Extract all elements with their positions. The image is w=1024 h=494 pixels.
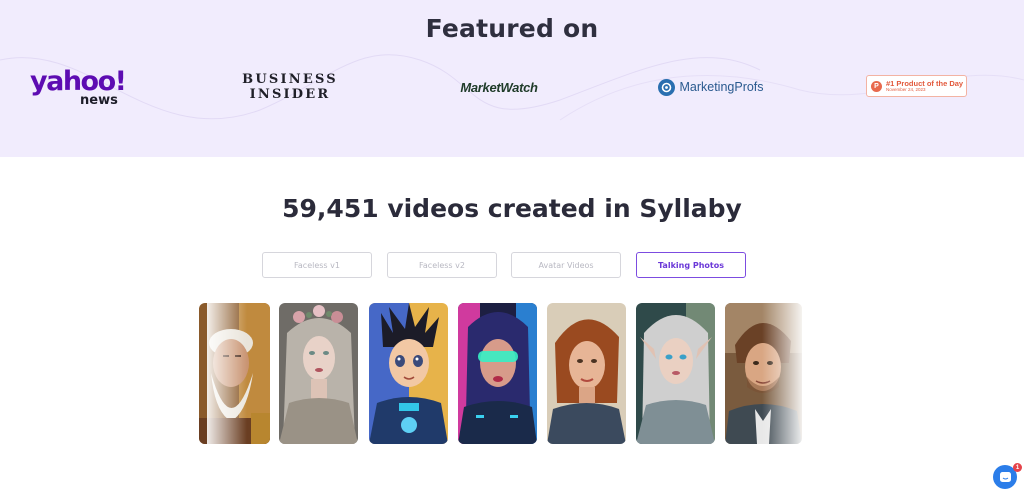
- yahoo-logo-text: yahoo!: [30, 66, 127, 97]
- anime-boy-portrait-image: [369, 303, 448, 444]
- yahoo-news-text: news: [80, 93, 118, 108]
- gallery-card-cyberpunk-woman[interactable]: [458, 303, 537, 444]
- gallery-card-elf-woman[interactable]: [636, 303, 715, 444]
- elf-woman-portrait-image: [636, 303, 715, 444]
- talking-photos-gallery: [199, 303, 802, 444]
- product-hunt-badge: P #1 Product of the Day November 24, 202…: [866, 75, 967, 97]
- bi-line1: BUSINESS: [242, 72, 338, 87]
- featured-title: Featured on: [425, 14, 599, 43]
- featured-section: Featured on yahoo! news BUSINESS INSIDER…: [0, 0, 1024, 157]
- chat-bubble-icon: [999, 471, 1011, 482]
- bi-line2: INSIDER: [249, 87, 331, 102]
- tab-faceless-v2[interactable]: Faceless v2: [387, 252, 497, 278]
- tab-avatar-videos[interactable]: Avatar Videos: [511, 252, 621, 278]
- marketwatch-logo: MarketWatch: [448, 76, 550, 98]
- tab-talking-photos[interactable]: Talking Photos: [636, 252, 746, 278]
- gallery-card-anime-boy[interactable]: [369, 303, 448, 444]
- marketingprofs-icon: [658, 78, 676, 96]
- chat-notification-badge: 1: [1013, 463, 1022, 472]
- gallery-card-auburn-woman[interactable]: [547, 303, 626, 444]
- auburn-woman-portrait-image: [547, 303, 626, 444]
- gallery-fade-left: [207, 303, 247, 444]
- yahoo-news-logo: yahoo! news: [30, 66, 130, 110]
- marketingprofs-logo: MarketingProfs: [656, 76, 766, 98]
- gallery-fade-right: [762, 303, 802, 444]
- floral-woman-portrait-image: [279, 303, 358, 444]
- product-hunt-icon: P: [871, 80, 882, 92]
- cyberpunk-woman-portrait-image: [458, 303, 537, 444]
- marketwatch-text: MarketWatch: [460, 79, 538, 95]
- tab-faceless-v1[interactable]: Faceless v1: [262, 252, 372, 278]
- product-hunt-date: November 24, 2023: [886, 87, 926, 92]
- marketingprofs-text: MarketingProfs: [679, 80, 764, 94]
- gallery-card-floral-woman[interactable]: [279, 303, 358, 444]
- business-insider-logo: BUSINESS INSIDER: [240, 70, 340, 104]
- product-hunt-title: #1 Product of the Day: [886, 78, 964, 88]
- videos-count-heading: 59,451 videos created in Syllaby: [282, 194, 742, 223]
